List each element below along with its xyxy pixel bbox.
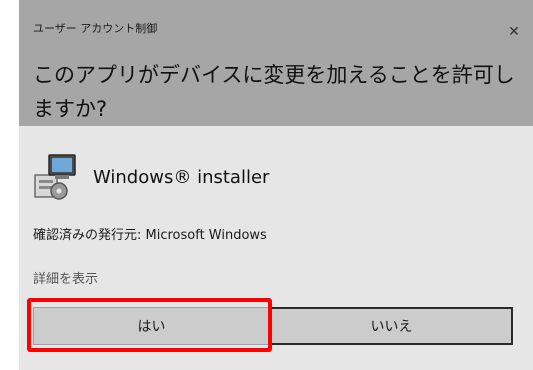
dialog-header: ユーザー アカウント制御 ✕ このアプリがデバイスに変更を加えることを許可します…: [19, 0, 533, 126]
show-details-link[interactable]: 詳細を表示: [33, 268, 98, 287]
app-info: Windows® installer: [33, 152, 269, 202]
dialog-title: ユーザー アカウント制御: [33, 22, 158, 35]
yes-button[interactable]: はい: [33, 307, 270, 345]
installer-package-icon: [34, 154, 76, 200]
screen: ユーザー アカウント制御 ✕ このアプリがデバイスに変更を加えることを許可します…: [0, 0, 533, 370]
app-name: Windows® installer: [93, 166, 270, 188]
no-button[interactable]: いいえ: [270, 307, 513, 345]
dialog-question: このアプリがデバイスに変更を加えることを許可しますか?: [33, 63, 515, 121]
publisher-text: 確認済みの発行元: Microsoft Windows: [33, 228, 267, 243]
uac-dialog: ユーザー アカウント制御 ✕ このアプリがデバイスに変更を加えることを許可します…: [19, 0, 533, 370]
close-icon: ✕: [508, 24, 520, 40]
close-button[interactable]: ✕: [502, 20, 526, 44]
